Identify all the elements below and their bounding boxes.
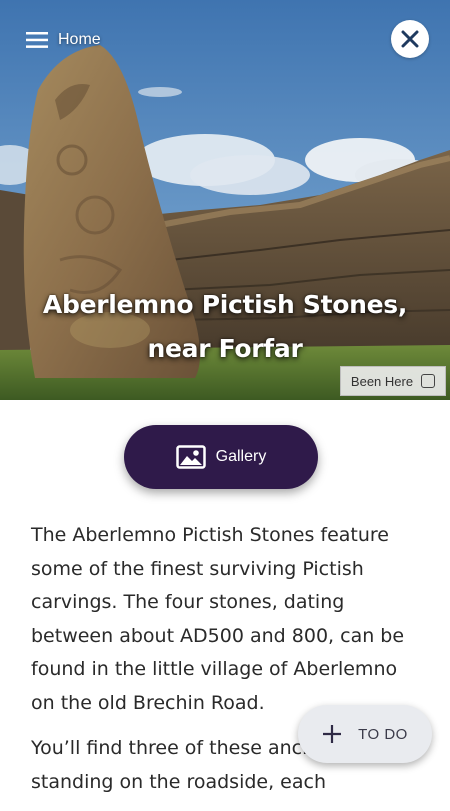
been-here-toggle[interactable]: Been Here (340, 366, 446, 396)
plus-icon (323, 725, 342, 743)
close-icon (401, 30, 419, 48)
page-title-line-2: near Forfar (147, 334, 303, 363)
been-here-checkbox[interactable] (421, 374, 436, 388)
page-title: Aberlemno Pictish Stones, near Forfar (20, 283, 430, 371)
close-button[interactable] (391, 20, 429, 58)
article-body: The Aberlemno Pictish Stones feature som… (31, 519, 411, 811)
hero-image: Home Aberlemno Pictish Stones, near Forf… (0, 0, 450, 400)
menu-button[interactable]: Home (26, 28, 101, 52)
article-paragraph-1: The Aberlemno Pictish Stones feature som… (31, 524, 405, 714)
hamburger-menu-icon (26, 32, 48, 48)
image-icon (175, 445, 206, 469)
page-title-line-1: Aberlemno Pictish Stones, (42, 290, 408, 319)
todo-button[interactable]: TO DO (298, 705, 432, 763)
gallery-label: Gallery (215, 448, 267, 465)
gallery-button[interactable]: Gallery (124, 425, 318, 489)
menu-label: Home (58, 31, 101, 48)
todo-label: TO DO (358, 725, 408, 743)
been-here-label: Been Here (350, 373, 414, 389)
